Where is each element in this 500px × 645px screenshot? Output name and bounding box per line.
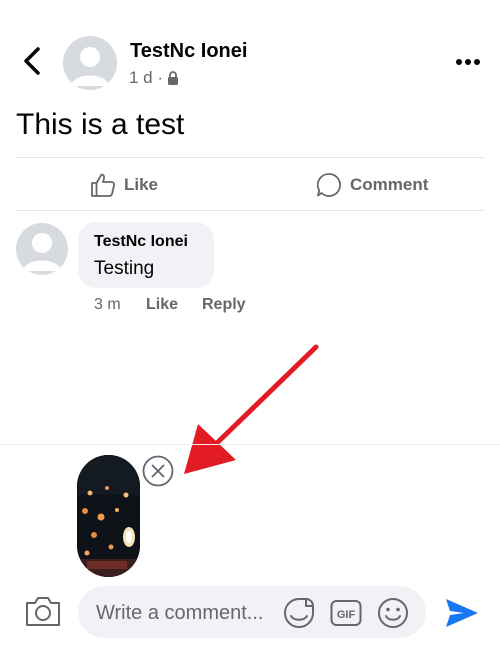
comment-like-button[interactable]: Like (146, 296, 178, 314)
remove-attachment-icon[interactable] (142, 455, 174, 487)
post-text: This is a test (16, 108, 185, 141)
default-avatar-icon (23, 233, 61, 271)
comment-button[interactable]: Comment (316, 168, 428, 202)
sticker-icon[interactable] (282, 596, 316, 630)
more-options-icon[interactable] (452, 52, 484, 72)
gif-button[interactable]: GIF (330, 598, 362, 628)
comment-text: Testing (94, 258, 155, 279)
divider (16, 157, 484, 158)
divider (0, 444, 500, 445)
post-meta: 1 d · (129, 68, 179, 88)
thumbs-up-icon (91, 173, 116, 197)
comment-composer[interactable] (78, 586, 426, 640)
like-label: Like (124, 175, 159, 194)
default-avatar-icon (71, 47, 109, 86)
divider (16, 210, 484, 211)
like-button[interactable]: Like (90, 168, 158, 202)
gif-icon: GIF (330, 600, 362, 626)
annotation-arrow (184, 344, 319, 474)
camera-icon[interactable] (24, 594, 62, 628)
comment-input[interactable] (94, 586, 288, 640)
author-avatar[interactable] (63, 36, 117, 90)
post-author-name[interactable]: TestNc Ionei (130, 40, 247, 63)
comment-author[interactable]: TestNc Ionei (94, 233, 188, 251)
send-icon[interactable] (444, 596, 480, 630)
comment-time: 3 m (94, 296, 121, 313)
lock-icon (168, 71, 179, 85)
post-age: 1 d · (129, 68, 164, 87)
lanterns-photo (77, 455, 140, 577)
back-arrow-icon[interactable] (18, 46, 46, 76)
comment-label: Comment (350, 175, 429, 194)
gif-label: GIF (337, 609, 356, 621)
emoji-icon[interactable] (376, 596, 410, 630)
comment-reply-button[interactable]: Reply (202, 296, 246, 314)
comment-bubble-icon (316, 173, 341, 197)
commenter-avatar[interactable] (16, 223, 68, 275)
attached-photo-thumbnail[interactable] (77, 455, 140, 577)
